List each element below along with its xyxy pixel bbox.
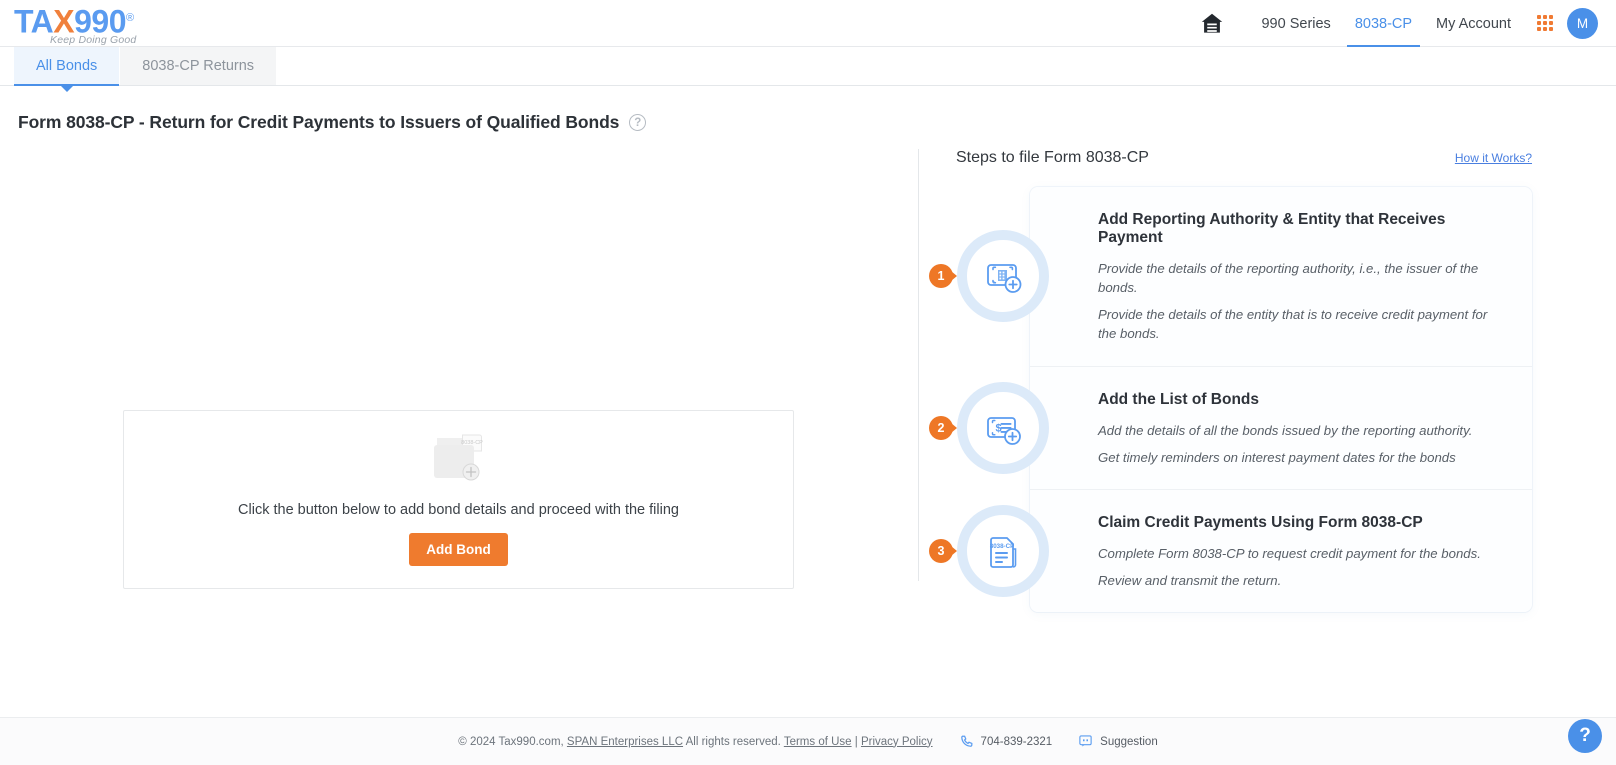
logo-slash: X xyxy=(53,3,75,40)
tab-bar: All Bonds 8038-CP Returns xyxy=(0,47,1616,92)
phone-number: 704-839-2321 xyxy=(980,735,1053,748)
step-item-2: 2 $ Add the List of Bonds Add the detail… xyxy=(929,365,1532,489)
step-title: Add the List of Bonds xyxy=(1098,390,1260,408)
nav-label: 990 Series xyxy=(1261,15,1331,32)
steps-pane: Steps to file Form 8038-CP How it Works?… xyxy=(918,147,1616,613)
steps-panel: Steps to file Form 8038-CP How it Works?… xyxy=(918,149,1616,613)
home-icon[interactable] xyxy=(1199,11,1225,37)
logo-registered-mark: ® xyxy=(126,12,134,24)
form-document-icon: 8038-CP xyxy=(990,537,1017,568)
page-title: Form 8038-CP - Return for Credit Payment… xyxy=(18,112,620,132)
step-description-line: Add the details of all the bonds issued … xyxy=(1098,422,1473,438)
step-number-badge: 3 xyxy=(929,538,953,563)
nav-label: 8038-CP xyxy=(1354,15,1413,32)
tab-all-bonds[interactable]: All Bonds xyxy=(14,47,121,92)
question-mark-icon[interactable]: ? xyxy=(629,114,647,131)
app-page: TAX990® Keep Doing Good 990 Series 8038-… xyxy=(0,0,1616,765)
step-number-badge: 1 xyxy=(929,264,953,289)
page-title-row: Form 8038-CP - Return for Credit Payment… xyxy=(0,86,1616,133)
step-title: Claim Credit Payments Using Form 8038-CP xyxy=(1098,513,1423,531)
empty-state-card: 8038-CP Click the button below to add bo… xyxy=(123,410,794,589)
step-icon-ring xyxy=(957,230,1049,323)
step-description-line: Provide the details of the reporting aut… xyxy=(1098,261,1479,296)
nav-label: My Account xyxy=(1436,15,1511,32)
header-nav: 990 Series 8038-CP My Account M xyxy=(1199,0,1598,47)
step-body: Claim Credit Payments Using Form 8038-CP… xyxy=(1098,512,1481,590)
form-icon-label: 8038-CP xyxy=(990,543,1014,550)
footer: © 2024 Tax990.com, SPAN Enterprises LLC … xyxy=(0,717,1616,765)
step-body: Add the List of Bonds Add the details of… xyxy=(1098,389,1472,467)
step-icon-ring: 8038-CP xyxy=(957,504,1049,597)
suggestion-label: Suggestion xyxy=(1100,735,1158,748)
tax990-logo[interactable]: TAX990® Keep Doing Good xyxy=(14,2,244,46)
tab-8038cp-returns[interactable]: 8038-CP Returns xyxy=(120,47,278,85)
step-number-badge: 2 xyxy=(929,415,953,440)
step-description-line: Complete Form 8038-CP to request credit … xyxy=(1098,545,1481,561)
vertical-divider xyxy=(918,149,919,581)
privacy-policy-link[interactable]: Privacy Policy xyxy=(861,736,933,748)
empty-folder-icon: 8038-CP xyxy=(428,432,490,488)
copyright-middle: All rights reserved. xyxy=(683,735,784,748)
help-floating-button[interactable]: ? xyxy=(1568,719,1602,753)
footer-phone[interactable]: 704-839-2321 xyxy=(959,734,1053,749)
footer-suggestion[interactable]: Suggestion xyxy=(1078,734,1158,749)
logo-wordmark: TAX990® xyxy=(14,2,134,38)
nav-item-my-account[interactable]: My Account xyxy=(1424,0,1523,47)
step-item-3: 3 8038-CP Claim Credit Payments Using Fo… xyxy=(929,488,1532,612)
tab-active-pointer xyxy=(60,86,73,92)
footer-copyright: © 2024 Tax990.com, SPAN Enterprises LLC … xyxy=(458,736,932,748)
suggestion-icon xyxy=(1079,735,1092,747)
add-bond-button[interactable]: Add Bond xyxy=(409,533,508,566)
step-icon-ring: $ xyxy=(957,381,1049,474)
main-content: 8038-CP Click the button below to add bo… xyxy=(0,133,1616,613)
tab-label: All Bonds xyxy=(36,58,98,74)
step-description-line: Provide the details of the entity that i… xyxy=(1098,307,1488,342)
avatar-initial: M xyxy=(1576,16,1589,31)
tab-label: 8038-CP Returns xyxy=(142,58,255,74)
empty-state-message: Click the button below to add bond detai… xyxy=(238,502,679,518)
apps-grid-icon[interactable] xyxy=(1537,14,1555,33)
step-item-1: 1 Add Reporting Authority & Entity that … xyxy=(929,187,1532,366)
steps-card: 1 Add Reporting Authority & Entity that … xyxy=(929,187,1532,613)
step-description-line: Get timely reminders on interest payment… xyxy=(1098,449,1456,465)
bond-card-add-icon: $ xyxy=(987,416,1021,445)
phone-icon xyxy=(960,735,972,747)
steps-header: Steps to file Form 8038-CP How it Works? xyxy=(956,149,1616,167)
span-enterprises-link[interactable]: SPAN Enterprises LLC xyxy=(567,736,683,748)
nav-item-8038-cp[interactable]: 8038-CP xyxy=(1343,0,1424,47)
logo-part1: TA xyxy=(14,3,54,40)
avatar[interactable]: M xyxy=(1567,8,1598,39)
how-it-works-link[interactable]: How it Works? xyxy=(1455,151,1532,165)
logo-part2: 990 xyxy=(74,3,127,40)
bonds-pane: 8038-CP Click the button below to add bo… xyxy=(0,147,918,612)
nav-item-990-series[interactable]: 990 Series xyxy=(1249,0,1342,47)
step-body: Add Reporting Authority & Entity that Re… xyxy=(1098,209,1506,344)
footer-separator: | xyxy=(851,735,861,748)
steps-title: Steps to file Form 8038-CP xyxy=(956,149,1149,166)
terms-of-use-link[interactable]: Terms of Use xyxy=(784,736,852,748)
top-header: TAX990® Keep Doing Good 990 Series 8038-… xyxy=(0,0,1616,47)
copyright-prefix: © 2024 Tax990.com, xyxy=(458,735,567,748)
step-description-line: Review and transmit the return. xyxy=(1098,572,1282,588)
building-add-icon xyxy=(987,264,1022,294)
step-title: Add Reporting Authority & Entity that Re… xyxy=(1098,211,1446,246)
